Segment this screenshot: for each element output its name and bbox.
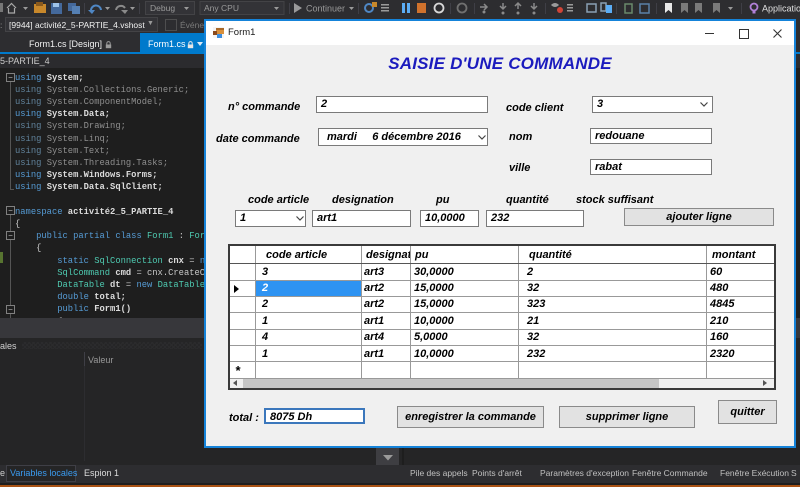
svg-text:Applicatio: Applicatio (762, 4, 800, 14)
svg-text:Continuer: Continuer (306, 4, 345, 14)
svg-text:Any CPU: Any CPU (204, 3, 239, 13)
svg-text:Debug: Debug (150, 3, 175, 13)
